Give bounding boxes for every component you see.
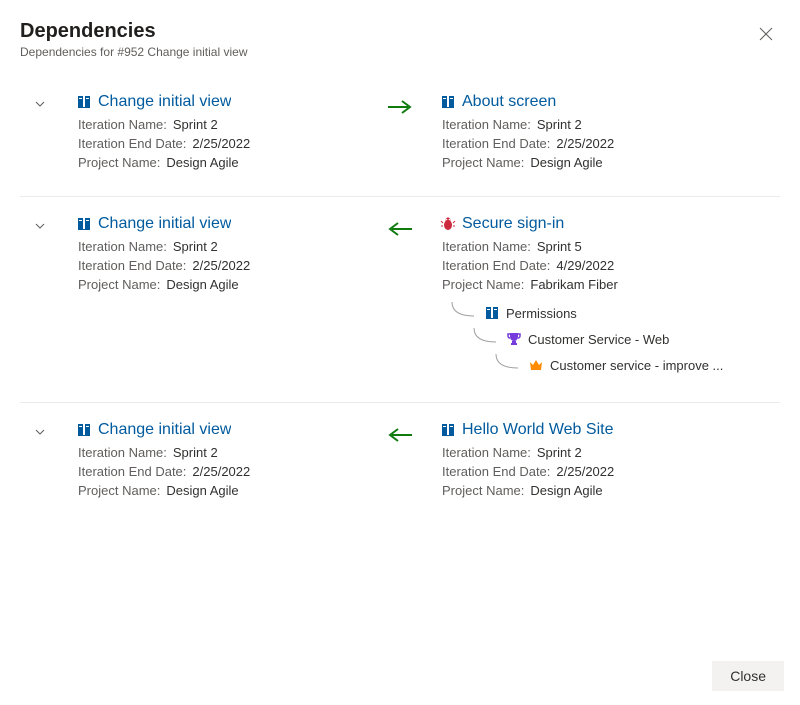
dependency-list: Change initial view Iteration Name: Sprin… xyxy=(20,75,780,524)
predecessor-item: Change initial view Iteration Name: Sprin… xyxy=(60,421,360,502)
predecessor-item: Change initial view Iteration Name: Sprin… xyxy=(60,93,360,174)
meta-value: 2/25/2022 xyxy=(192,464,250,479)
dependencies-dialog: Dependencies Dependencies for #952 Chang… xyxy=(0,0,800,705)
book-icon xyxy=(76,216,92,232)
meta-value: 4/29/2022 xyxy=(556,258,614,273)
dialog-title: Dependencies xyxy=(20,20,780,43)
meta-label: Iteration Name: xyxy=(78,239,167,254)
meta-label: Iteration End Date: xyxy=(78,136,186,151)
arrow-left-icon xyxy=(386,219,414,380)
meta-label: Iteration Name: xyxy=(442,445,531,460)
work-item-link[interactable]: Change initial view xyxy=(98,215,231,233)
tree-connector-icon xyxy=(448,302,478,324)
close-button[interactable]: Close xyxy=(712,661,784,691)
meta-label: Iteration End Date: xyxy=(78,464,186,479)
meta-value: 2/25/2022 xyxy=(556,464,614,479)
meta-label: Project Name: xyxy=(78,277,160,292)
meta-value: Design Agile xyxy=(166,155,238,170)
dialog-subtitle: Dependencies for #952 Change initial vie… xyxy=(20,45,780,59)
successor-item: Hello World Web Site Iteration Name: Spri… xyxy=(440,421,780,502)
work-item-link[interactable]: Change initial view xyxy=(98,421,231,439)
meta-value: Sprint 2 xyxy=(173,239,218,254)
successor-item: Secure sign-in Iteration Name: Sprint 5 I… xyxy=(440,215,780,380)
meta-label: Project Name: xyxy=(442,155,524,170)
chevron-down-icon[interactable] xyxy=(34,97,46,174)
meta-label: Iteration Name: xyxy=(442,117,531,132)
book-icon xyxy=(484,305,500,321)
meta-label: Project Name: xyxy=(442,483,524,498)
dependency-row: Change initial view Iteration Name: Sprin… xyxy=(20,197,780,403)
meta-value: Design Agile xyxy=(166,483,238,498)
book-icon xyxy=(76,94,92,110)
meta-value: 2/25/2022 xyxy=(192,258,250,273)
meta-value: Sprint 2 xyxy=(173,445,218,460)
meta-value: Sprint 2 xyxy=(537,445,582,460)
tree-item-label: Customer Service - Web xyxy=(528,332,669,347)
work-item-link[interactable]: Secure sign-in xyxy=(462,215,564,233)
meta-label: Project Name: xyxy=(78,483,160,498)
dialog-header: Dependencies Dependencies for #952 Chang… xyxy=(20,20,780,59)
dialog-footer: Close xyxy=(712,661,784,691)
tree-item[interactable]: Customer service - improve ... xyxy=(492,354,780,376)
meta-value: Sprint 5 xyxy=(537,239,582,254)
hierarchy-tree: Permissions Customer Service - Web Custo… xyxy=(440,302,780,376)
dependency-row: Change initial view Iteration Name: Sprin… xyxy=(20,403,780,524)
arrow-left-icon xyxy=(386,425,414,502)
work-item-link[interactable]: About screen xyxy=(462,93,556,111)
meta-value: 2/25/2022 xyxy=(556,136,614,151)
meta-label: Iteration End Date: xyxy=(442,136,550,151)
meta-label: Iteration End Date: xyxy=(442,258,550,273)
bug-icon xyxy=(440,216,456,232)
meta-label: Project Name: xyxy=(442,277,524,292)
meta-value: Sprint 2 xyxy=(173,117,218,132)
meta-label: Iteration Name: xyxy=(78,445,167,460)
successor-item: About screen Iteration Name: Sprint 2 Ite… xyxy=(440,93,780,174)
tree-connector-icon xyxy=(492,354,522,376)
meta-label: Iteration Name: xyxy=(78,117,167,132)
meta-value: Design Agile xyxy=(530,483,602,498)
meta-value: Design Agile xyxy=(166,277,238,292)
work-item-link[interactable]: Change initial view xyxy=(98,93,231,111)
crown-icon xyxy=(528,357,544,373)
close-icon[interactable] xyxy=(754,22,778,46)
meta-value: 2/25/2022 xyxy=(192,136,250,151)
meta-value: Design Agile xyxy=(530,155,602,170)
meta-label: Iteration End Date: xyxy=(442,464,550,479)
meta-label: Project Name: xyxy=(78,155,160,170)
meta-label: Iteration Name: xyxy=(442,239,531,254)
tree-item-label: Permissions xyxy=(506,306,577,321)
book-icon xyxy=(76,422,92,438)
meta-value: Sprint 2 xyxy=(537,117,582,132)
work-item-link[interactable]: Hello World Web Site xyxy=(462,421,613,439)
predecessor-item: Change initial view Iteration Name: Sprin… xyxy=(60,215,360,380)
chevron-down-icon[interactable] xyxy=(34,219,46,380)
arrow-right-icon xyxy=(386,97,414,174)
meta-label: Iteration End Date: xyxy=(78,258,186,273)
tree-item[interactable]: Customer Service - Web xyxy=(470,328,780,350)
tree-item[interactable]: Permissions xyxy=(448,302,780,324)
book-icon xyxy=(440,422,456,438)
tree-item-label: Customer service - improve ... xyxy=(550,358,723,373)
meta-value: Fabrikam Fiber xyxy=(530,277,617,292)
book-icon xyxy=(440,94,456,110)
dependency-row: Change initial view Iteration Name: Sprin… xyxy=(20,75,780,197)
trophy-icon xyxy=(506,331,522,347)
tree-connector-icon xyxy=(470,328,500,350)
chevron-down-icon[interactable] xyxy=(34,425,46,502)
